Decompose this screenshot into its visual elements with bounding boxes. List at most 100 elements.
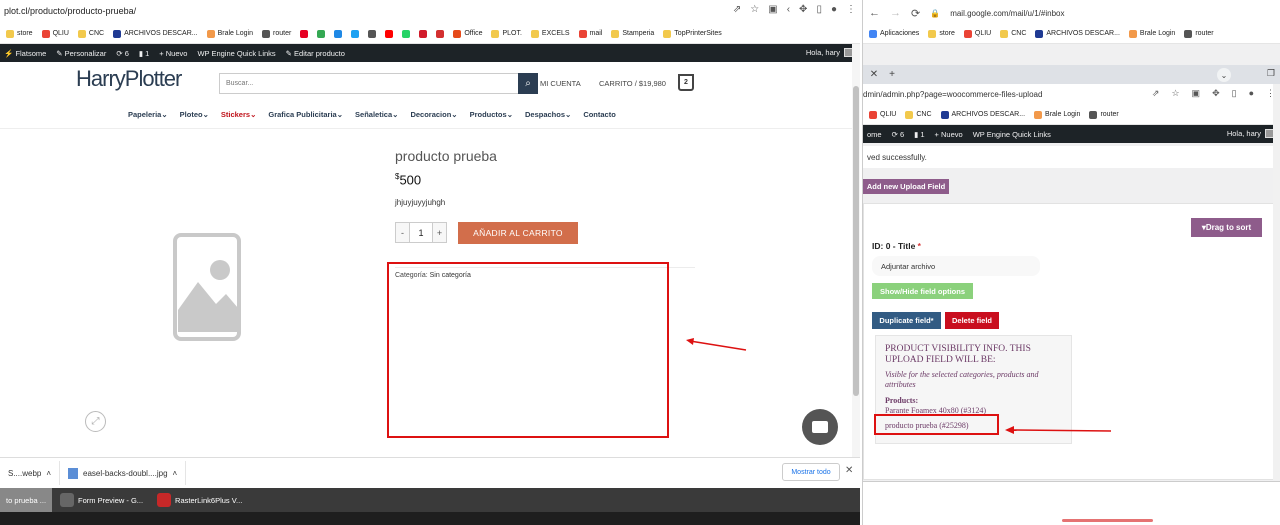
- bookmark-item[interactable]: QLIU: [869, 110, 896, 119]
- bookmark-item[interactable]: PLOT.: [491, 29, 522, 38]
- nav-item-despachos[interactable]: Despachos⌄: [525, 110, 571, 119]
- nav-item-stickers[interactable]: Stickers⌄: [221, 110, 256, 119]
- bookmark-item[interactable]: [334, 29, 343, 38]
- bookmark-item[interactable]: router: [1184, 29, 1214, 38]
- duplicate-field-button[interactable]: Duplicate field*: [872, 312, 941, 329]
- wp-admin-item[interactable]: ⚡ Flatsome: [4, 49, 46, 58]
- qty-plus-button[interactable]: +: [433, 223, 446, 242]
- bookmark-item[interactable]: TopPrinterSites: [663, 29, 722, 38]
- bookmark-item[interactable]: [368, 29, 377, 38]
- admin-address-bar[interactable]: dmin/admin.php?page=woocommerce-files-up…: [863, 84, 1280, 105]
- back-arrow-icon[interactable]: ←: [869, 7, 880, 19]
- qty-input[interactable]: 1: [409, 223, 433, 242]
- bookmark-item[interactable]: ARCHIVOS DESCAR...: [940, 110, 1025, 119]
- download-item[interactable]: easel-backs-doubl....jpg ˄: [60, 461, 187, 485]
- address-bar[interactable]: plot.cl/producto/producto-prueba/ ⇗ ☆ ▣ …: [0, 0, 860, 24]
- puzzle-icon[interactable]: ✥: [1212, 88, 1220, 99]
- wp-admin-item[interactable]: WP Engine Quick Links: [197, 49, 275, 58]
- profile-avatar-icon[interactable]: ●: [1249, 88, 1254, 99]
- bookmark-item[interactable]: CNC: [77, 29, 104, 38]
- close-icon[interactable]: ✕: [867, 68, 881, 82]
- account-link[interactable]: MI CUENTA: [540, 79, 581, 88]
- url-text[interactable]: mail.google.com/mail/u/1/#inbox: [950, 9, 1064, 18]
- bookmark-item[interactable]: Office: [453, 29, 482, 38]
- extension-icon[interactable]: ▣: [768, 4, 777, 15]
- chevron-up-icon[interactable]: ˄: [46, 469, 51, 478]
- bookmark-item[interactable]: [300, 29, 309, 38]
- wp-admin-item[interactable]: ▮ 1: [139, 49, 149, 58]
- taskbar-item[interactable]: RasterLink6Plus V...: [151, 488, 248, 512]
- extension-icon[interactable]: ▣: [1192, 88, 1201, 99]
- share-icon[interactable]: ⇗: [733, 4, 741, 15]
- delete-field-button[interactable]: Delete field: [945, 312, 999, 329]
- bookmark-item[interactable]: CNC: [1000, 29, 1026, 38]
- nav-item-productos[interactable]: Productos⌄: [470, 110, 513, 119]
- back-arrow-icon[interactable]: ‹: [787, 4, 790, 15]
- wp-admin-item[interactable]: ome: [867, 130, 882, 139]
- show-all-button[interactable]: Mostrar todo: [782, 463, 840, 481]
- title-field[interactable]: Adjuntar archivo: [872, 256, 1040, 276]
- search-icon[interactable]: ⌕: [518, 73, 538, 94]
- search-input[interactable]: [220, 74, 516, 93]
- bookmark-item[interactable]: mail: [578, 29, 602, 38]
- wp-admin-item[interactable]: WP Engine Quick Links: [973, 130, 1051, 139]
- chevron-down-icon[interactable]: ⌄: [1217, 68, 1231, 82]
- bookmark-item[interactable]: ARCHIVOS DESCAR...: [113, 29, 198, 38]
- bookmark-item[interactable]: QLIU: [41, 29, 69, 38]
- bookmark-item[interactable]: [436, 29, 445, 38]
- nav-item-ploteo[interactable]: Ploteo⌄: [180, 110, 209, 119]
- new-tab-icon[interactable]: +: [885, 68, 899, 82]
- bookmark-star-icon[interactable]: ☆: [750, 4, 759, 15]
- nav-item-senaletica[interactable]: Señaletica⌄: [355, 110, 398, 119]
- add-to-cart-button[interactable]: AÑADIR AL CARRITO: [458, 222, 578, 244]
- bookmark-item[interactable]: [351, 29, 360, 38]
- bookmark-item[interactable]: store: [6, 29, 33, 38]
- download-item[interactable]: S....webp ˄: [0, 461, 61, 485]
- nav-item-papeleria[interactable]: Papeleria⌄: [128, 110, 168, 119]
- qty-minus-button[interactable]: -: [396, 223, 409, 242]
- close-icon[interactable]: ✕: [845, 465, 853, 476]
- zoom-icon[interactable]: ⤢: [85, 411, 106, 432]
- forward-arrow-icon[interactable]: →: [890, 7, 901, 19]
- scrollbar-thumb[interactable]: [853, 86, 859, 396]
- bookmark-item[interactable]: store: [928, 29, 955, 38]
- bookmark-item[interactable]: router: [1089, 110, 1119, 119]
- bookmark-item[interactable]: [419, 29, 428, 38]
- nav-item-decoracion[interactable]: Decoracion⌄: [410, 110, 457, 119]
- wp-account[interactable]: Hola, hary: [806, 48, 854, 57]
- bookmark-item[interactable]: Stamperia: [611, 29, 654, 38]
- cart-count[interactable]: 2: [678, 74, 694, 91]
- show-hide-options-button[interactable]: Show/Hide field options: [872, 283, 973, 299]
- bookmark-item[interactable]: Brale Login: [206, 29, 253, 38]
- sidebar-icon[interactable]: ▯: [816, 4, 822, 15]
- url-text[interactable]: plot.cl/producto/producto-prueba/: [4, 6, 136, 16]
- puzzle-icon[interactable]: ✥: [799, 4, 807, 15]
- scrollbar[interactable]: [852, 44, 860, 458]
- scrollbar[interactable]: [1273, 84, 1280, 480]
- wp-admin-item[interactable]: + Nuevo: [935, 130, 963, 139]
- bookmark-item[interactable]: QLIU: [963, 29, 991, 38]
- nav-item-contacto[interactable]: Contacto: [583, 110, 616, 119]
- sidebar-icon[interactable]: ▯: [1232, 88, 1237, 99]
- add-upload-field-button[interactable]: Add new Upload Field: [863, 179, 949, 194]
- bookmark-item[interactable]: EXCELS: [530, 29, 570, 38]
- restore-window-icon[interactable]: ❐: [1267, 68, 1275, 79]
- bookmark-item[interactable]: [317, 29, 326, 38]
- bookmark-item[interactable]: router: [262, 29, 291, 38]
- cart-link[interactable]: CARRITO / $19,980: [599, 79, 666, 88]
- bookmark-item[interactable]: Aplicaciones: [869, 29, 919, 38]
- wp-admin-item[interactable]: ✎ Personalizar: [56, 49, 106, 58]
- reload-icon[interactable]: ⟳: [911, 7, 920, 20]
- bookmark-item[interactable]: [402, 29, 411, 38]
- share-icon[interactable]: ⇗: [1152, 88, 1160, 99]
- bookmark-item[interactable]: Brale Login: [1128, 29, 1175, 38]
- bookmark-item[interactable]: ARCHIVOS DESCAR...: [1035, 29, 1120, 38]
- chevron-up-icon[interactable]: ˄: [173, 469, 178, 478]
- profile-avatar-icon[interactable]: ●: [831, 4, 837, 15]
- drag-to-sort-button[interactable]: ▾ Drag to sort: [1191, 218, 1262, 237]
- bookmark-item[interactable]: [385, 29, 394, 38]
- wp-admin-item[interactable]: ▮ 1: [914, 130, 924, 139]
- taskbar-item[interactable]: Form Preview - G...: [54, 488, 149, 512]
- site-logo[interactable]: HarryPlotter: [76, 66, 182, 92]
- wp-admin-item[interactable]: ⟳ 6: [116, 49, 129, 58]
